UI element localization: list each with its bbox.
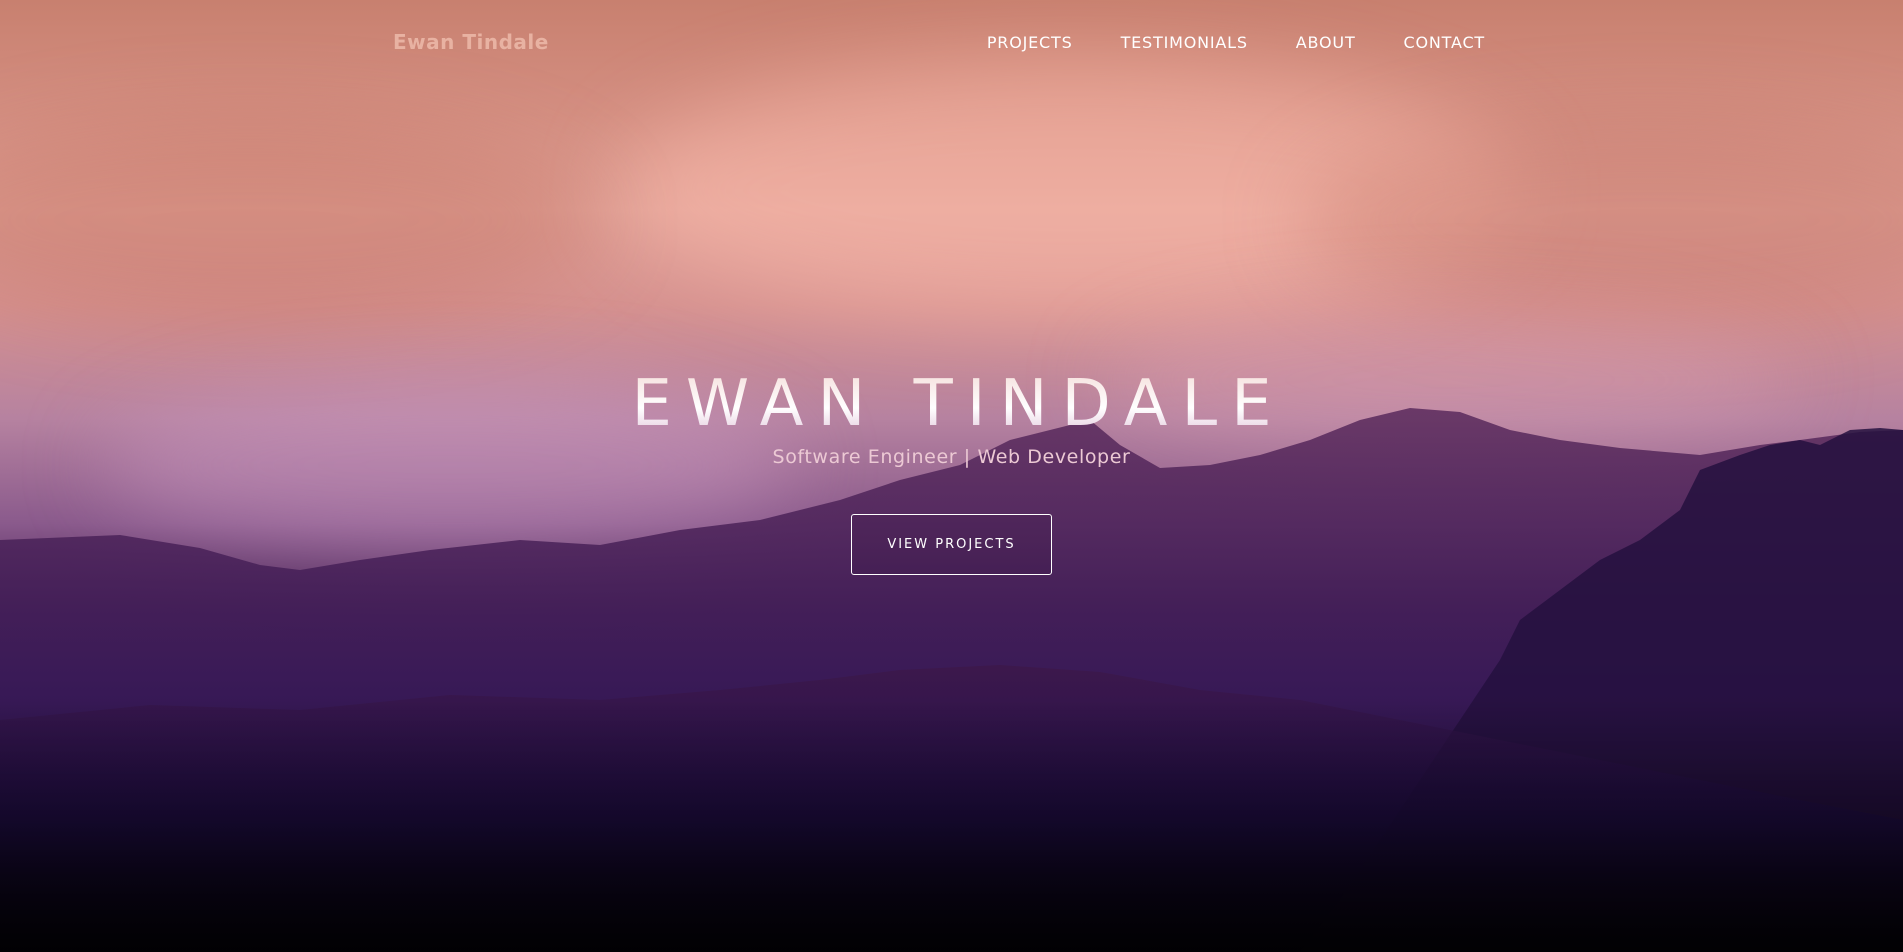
nav-link-testimonials[interactable]: TESTIMONIALS <box>1121 33 1248 52</box>
nav-link-projects[interactable]: PROJECTS <box>987 33 1073 52</box>
top-navigation: Ewan Tindale PROJECTS TESTIMONIALS ABOUT… <box>0 0 1903 84</box>
hero-content: EWAN TINDALE Software Engineer | Web Dev… <box>0 362 1903 575</box>
hero-subtitle: Software Engineer | Web Developer <box>772 446 1131 468</box>
hero-section: Ewan Tindale PROJECTS TESTIMONIALS ABOUT… <box>0 0 1903 952</box>
nav-links: PROJECTS TESTIMONIALS ABOUT CONTACT <box>939 33 1485 52</box>
nav-link-contact[interactable]: CONTACT <box>1404 33 1485 52</box>
nav-link-about[interactable]: ABOUT <box>1296 33 1356 52</box>
hero-title: EWAN TINDALE <box>0 362 1903 446</box>
brand-logo-link[interactable]: Ewan Tindale <box>393 30 549 54</box>
view-projects-button[interactable]: VIEW PROJECTS <box>851 514 1052 575</box>
